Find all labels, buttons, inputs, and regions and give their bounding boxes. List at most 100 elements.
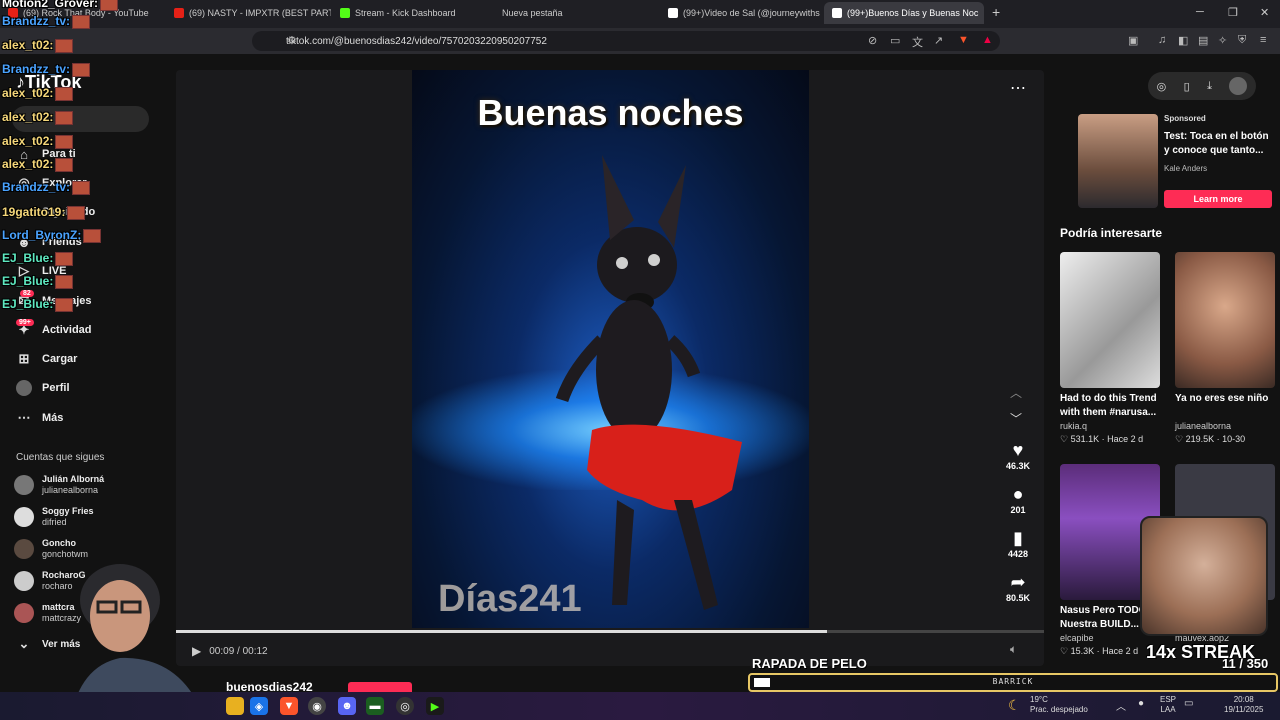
- card-meta: ♡ 531.1K · Hace 2 d: [1060, 434, 1144, 444]
- avatar: [14, 603, 34, 623]
- sidebar-toggle-icon[interactable]: ◧: [1178, 34, 1188, 47]
- file-explorer-icon[interactable]: [226, 697, 244, 715]
- weather-widget[interactable]: 19°C Prac. despejado: [1030, 695, 1088, 715]
- discord-icon[interactable]: ☻: [338, 697, 356, 715]
- url-input[interactable]: tiktok.com/@buenosdias242/video/75702032…: [252, 31, 1000, 51]
- obs-icon[interactable]: ◎: [396, 697, 414, 715]
- terminal-icon[interactable]: ▬: [366, 697, 384, 715]
- browser-tab-bar: (69) Rock That Body - YouTube (69) NASTY…: [0, 0, 1280, 28]
- recommend-card[interactable]: Had to do this Trend with them #narusa..…: [1060, 252, 1160, 446]
- goal-title: RAPADA DE PELO: [752, 656, 867, 671]
- nav-label: Más: [42, 412, 64, 424]
- brave-browser-icon[interactable]: ▼: [280, 697, 298, 715]
- chat-username: Lord_ByronZ:: [2, 228, 82, 242]
- chat-message: EJ_Blue:: [2, 274, 74, 289]
- maximize-icon[interactable]: ❐: [1228, 6, 1238, 19]
- chat-emote-icon: [55, 134, 74, 149]
- browser-tab[interactable]: Nueva pestaña: [494, 2, 659, 24]
- chat-emote-icon: [55, 38, 74, 53]
- bookmark-button[interactable]: ▮ 4428: [998, 528, 1038, 559]
- site-info-icon[interactable]: ⚙: [287, 34, 297, 47]
- profile-icon: [16, 380, 32, 396]
- ai-icon[interactable]: ✧: [1218, 34, 1227, 47]
- chat-username: Motion2_Grover:: [2, 0, 99, 10]
- tray-expand-icon[interactable]: ︿: [1116, 698, 1126, 713]
- vpn-icon[interactable]: ⛨: [1238, 34, 1246, 47]
- tiktok-favicon-icon: [832, 8, 842, 18]
- chat-message: 19gatito19:: [2, 205, 86, 220]
- chat-emote-icon: [55, 157, 74, 172]
- card-meta: ♡ 219.5K · 10-30: [1175, 434, 1246, 444]
- brave-shield-icon[interactable]: ▼: [958, 34, 969, 46]
- browser-tab[interactable]: (99+)Video de Sal (@journeywithsal): [660, 2, 820, 24]
- goal-bar-label: BARRICK: [992, 677, 1034, 686]
- following-account[interactable]: Soggy Fries difried: [14, 506, 94, 528]
- sidebar-item-cargar[interactable]: ⊞ Cargar: [16, 351, 78, 367]
- browser-tab[interactable]: Stream - Kick Dashboard: [332, 2, 497, 24]
- microphone-icon[interactable]: ●: [1138, 698, 1144, 709]
- learn-more-button[interactable]: Learn more: [1164, 190, 1272, 208]
- clock[interactable]: 20:08 19/11/2025: [1224, 695, 1263, 715]
- progress-fill: [176, 630, 827, 633]
- top-right-actions: ◎ ▯ ⤓: [1148, 72, 1256, 100]
- following-header: Cuentas que sigues: [16, 452, 105, 463]
- next-video-icon[interactable]: ﹀: [1010, 410, 1022, 427]
- new-tab-icon[interactable]: +: [992, 4, 1000, 20]
- download-icon[interactable]: ⤓: [1207, 80, 1212, 93]
- following-account[interactable]: Julián Alborná julianealborna: [14, 474, 104, 496]
- video-watermark: Días241: [438, 578, 582, 620]
- screen-icon[interactable]: ▭: [890, 34, 900, 47]
- brave-rewards-icon[interactable]: ▲: [982, 34, 993, 46]
- share-page-icon[interactable]: ↗: [934, 34, 943, 47]
- like-button[interactable]: ♥ 46.3K: [998, 440, 1038, 471]
- browser-tab-active[interactable]: (99+)Buenos Días y Buenas Noc ✕: [824, 2, 984, 24]
- card-meta-text: 15.3K · Hace 2 d: [1070, 646, 1139, 656]
- translate-icon[interactable]: 文: [912, 34, 923, 50]
- avatar[interactable]: [1229, 77, 1248, 95]
- recommend-card[interactable]: Ya no eres ese niño julianealborna ♡ 219…: [1175, 252, 1275, 446]
- network-icon[interactable]: ▭: [1184, 698, 1193, 709]
- volume-icon[interactable]: 🔈︎: [1010, 642, 1017, 657]
- wallet-icon[interactable]: ▤: [1198, 34, 1208, 47]
- comment-button[interactable]: ● 201: [998, 484, 1038, 515]
- music-icon[interactable]: ♫: [1158, 34, 1166, 46]
- more-options-icon[interactable]: ⋯: [1010, 78, 1026, 98]
- chat-message: Brandzz_tv:: [2, 14, 91, 29]
- chat-username: alex_t02:: [2, 110, 54, 124]
- outlook-icon[interactable]: ◈: [250, 697, 268, 715]
- browser-tab[interactable]: (69) NASTY - IMPXTR (BEST PART: [166, 2, 331, 24]
- card-thumbnail: [1175, 252, 1275, 388]
- sponsored-ad[interactable]: Sponsored Test: Toca en el botón y conoc…: [1060, 110, 1274, 214]
- kick-favicon-icon: [340, 8, 350, 18]
- youtube-favicon-icon: [174, 8, 184, 18]
- avatar: [14, 507, 34, 527]
- tracking-icon[interactable]: ⊘: [868, 34, 877, 47]
- address-bar: ☐ tiktok.com/@buenosdias242/video/757020…: [0, 28, 1280, 54]
- chat-emote-icon: [55, 110, 74, 125]
- close-window-icon[interactable]: ✕: [1260, 6, 1269, 19]
- sidebar-item-mas[interactable]: ⋯ Más: [16, 410, 64, 426]
- video-frame[interactable]: Buenas noches Días241: [412, 70, 809, 628]
- device-icon[interactable]: ▯: [1184, 80, 1190, 93]
- kick-icon[interactable]: ▶: [426, 697, 444, 715]
- activity-badge: 99+: [16, 319, 34, 326]
- app-icon[interactable]: ◉: [308, 697, 326, 715]
- menu-icon[interactable]: ≡: [1260, 34, 1266, 46]
- share-button[interactable]: ➦ 80.5K: [998, 572, 1038, 603]
- language-indicator[interactable]: ESP LAA: [1160, 695, 1176, 715]
- sidebar-item-perfil[interactable]: Perfil: [16, 380, 70, 396]
- account-handle: julianealborna: [42, 485, 99, 495]
- coins-icon[interactable]: ◎: [1157, 80, 1167, 93]
- ad-title: Test: Toca en el botón y conoce que tant…: [1164, 131, 1269, 156]
- reader-icon[interactable]: ▣: [1128, 34, 1138, 47]
- minimize-icon[interactable]: ─: [1196, 6, 1204, 18]
- card-caption: Had to do this Trend with them #narusa..…: [1060, 393, 1157, 418]
- tab-title: (69) NASTY - IMPXTR (BEST PART: [189, 8, 331, 18]
- nav-label: Actividad: [42, 324, 92, 336]
- url-text: tiktok.com/@buenosdias242/video/75702032…: [286, 35, 547, 47]
- chat-emote-icon: [72, 14, 91, 29]
- follow-button[interactable]: [348, 682, 412, 692]
- previous-video-icon[interactable]: ︿: [1010, 384, 1022, 401]
- tiktok-favicon-icon: [668, 8, 678, 18]
- video-progress-bar[interactable]: [176, 630, 1044, 633]
